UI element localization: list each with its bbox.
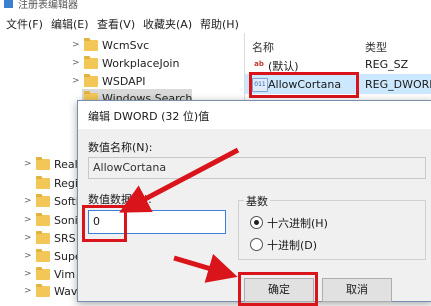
annotation-arrow-to-ok: [173, 253, 238, 283]
annotation-arrow-to-input: [119, 147, 240, 213]
annotation-arrows: [119, 147, 240, 283]
